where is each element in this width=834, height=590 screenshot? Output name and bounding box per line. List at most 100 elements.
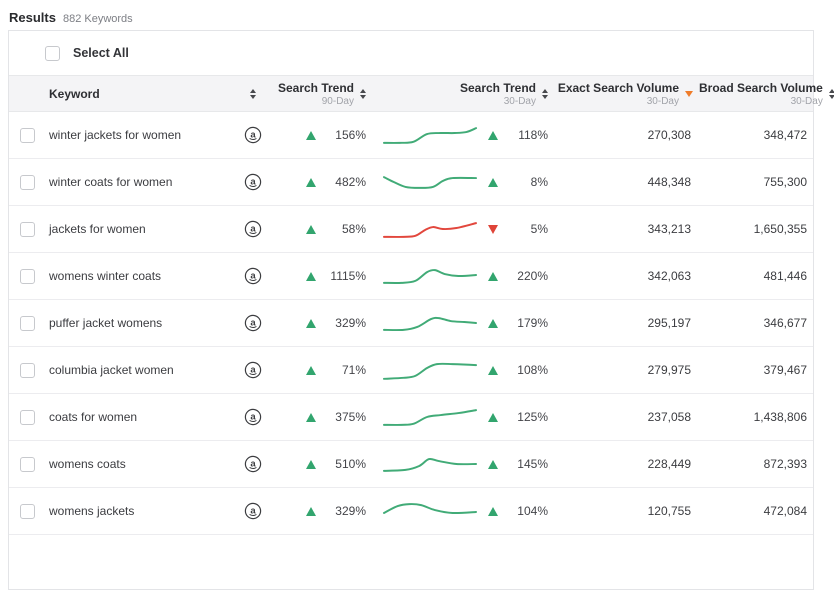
trend-90-value: 329% — [324, 504, 366, 518]
keyword-text[interactable]: winter jackets for women — [49, 121, 185, 149]
trend-30-cell: 8% — [487, 175, 554, 189]
amazon-a-icon[interactable]: a — [243, 219, 263, 239]
amazon-a-icon[interactable]: a — [243, 172, 263, 192]
keyword-text[interactable]: womens coats — [49, 450, 185, 478]
exact-volume-column-sublabel: 30-Day — [647, 96, 679, 107]
row-checkbox[interactable] — [20, 410, 35, 425]
sort-toggle-icon[interactable] — [250, 89, 256, 99]
table-row: womens jackets a 329% 104% 120,755 472,0… — [9, 488, 813, 535]
keyword-text[interactable]: columbia jacket women — [49, 356, 185, 384]
broad-volume-column-sublabel: 30-Day — [791, 96, 823, 107]
keyword-sort[interactable] — [229, 89, 277, 99]
search-trend-sparkline — [382, 403, 478, 431]
search-trend-sparkline — [382, 497, 478, 525]
keyword-text[interactable]: womens winter coats — [49, 262, 185, 290]
amazon-a-icon[interactable]: a — [243, 266, 263, 286]
trend-30-value: 108% — [506, 363, 548, 377]
row-checkbox-cell — [9, 269, 49, 284]
trend-30-value: 5% — [506, 222, 548, 236]
sort-toggle-icon[interactable] — [829, 89, 834, 99]
keyword-text[interactable]: winter coats for women — [49, 168, 185, 196]
marketplace-cell: a — [229, 313, 277, 333]
keyword-text[interactable]: coats for women — [49, 403, 185, 431]
sparkline-cell — [372, 497, 487, 525]
trend-30-cell: 145% — [487, 457, 554, 471]
amazon-a-icon[interactable]: a — [243, 313, 263, 333]
select-all-checkbox[interactable] — [45, 46, 60, 61]
column-header-broad-search-volume[interactable]: Broad Search Volume 30-Day — [699, 81, 834, 107]
exact-search-volume-value: 279,975 — [554, 363, 699, 377]
column-header-search-trend-90[interactable]: Search Trend 90-Day — [277, 81, 372, 107]
trend-90-cell: 375% — [277, 410, 372, 424]
trend-up-icon — [306, 366, 316, 375]
marketplace-cell: a — [229, 407, 277, 427]
amazon-a-icon[interactable]: a — [243, 125, 263, 145]
table-row: womens coats a 510% 145% 228,449 872,393 — [9, 441, 813, 488]
exact-search-volume-value: 295,197 — [554, 316, 699, 330]
trend-90-cell: 156% — [277, 128, 372, 142]
results-bar: Results 882 Keywords — [0, 0, 834, 25]
trend-90-column-label: Search Trend — [278, 81, 354, 95]
search-trend-sparkline — [382, 309, 478, 337]
broad-search-volume-value: 481,446 — [699, 269, 813, 283]
trend-30-column-sublabel: 30-Day — [504, 96, 536, 107]
row-checkbox[interactable] — [20, 504, 35, 519]
table-row: winter coats for women a 482% 8% 448,348… — [9, 159, 813, 206]
row-checkbox[interactable] — [20, 457, 35, 472]
row-checkbox[interactable] — [20, 363, 35, 378]
amazon-a-icon[interactable]: a — [243, 360, 263, 380]
trend-down-icon — [488, 225, 498, 234]
trend-up-icon — [488, 366, 498, 375]
marketplace-cell: a — [229, 266, 277, 286]
trend-30-value: 8% — [506, 175, 548, 189]
row-checkbox[interactable] — [20, 269, 35, 284]
amazon-a-icon[interactable]: a — [243, 501, 263, 521]
amazon-a-icon[interactable]: a — [243, 407, 263, 427]
broad-search-volume-value: 872,393 — [699, 457, 813, 471]
keyword-text[interactable]: jackets for women — [49, 215, 185, 243]
column-header-exact-search-volume[interactable]: Exact Search Volume 30-Day — [554, 81, 699, 107]
search-trend-sparkline — [382, 450, 478, 478]
sort-toggle-icon[interactable] — [360, 89, 366, 99]
row-checkbox[interactable] — [20, 316, 35, 331]
trend-up-icon — [306, 507, 316, 516]
trend-90-cell: 58% — [277, 222, 372, 236]
sort-toggle-icon[interactable] — [542, 89, 548, 99]
column-header-keyword[interactable]: Keyword — [49, 85, 229, 103]
exact-volume-column-label: Exact Search Volume — [558, 81, 679, 95]
exact-search-volume-value: 237,058 — [554, 410, 699, 424]
exact-search-volume-value: 448,348 — [554, 175, 699, 189]
trend-90-value: 510% — [324, 457, 366, 471]
exact-search-volume-value: 120,755 — [554, 504, 699, 518]
keyword-cell: coats for women — [49, 403, 229, 431]
keyword-cell: womens winter coats — [49, 262, 229, 290]
marketplace-cell: a — [229, 219, 277, 239]
keyword-text[interactable]: womens jackets — [49, 497, 185, 525]
marketplace-cell: a — [229, 454, 277, 474]
trend-90-cell: 71% — [277, 363, 372, 377]
table-body: winter jackets for women a 156% 118% 270… — [9, 112, 813, 535]
table-row: columbia jacket women a 71% 108% 279,975… — [9, 347, 813, 394]
amazon-a-icon[interactable]: a — [243, 454, 263, 474]
column-header-search-trend-30[interactable]: Search Trend 30-Day — [487, 81, 554, 107]
trend-up-icon — [488, 272, 498, 281]
trend-90-value: 58% — [324, 222, 366, 236]
keyword-results-panel: Select All Keyword Search Trend 90-Day S… — [8, 30, 814, 590]
keyword-text[interactable]: puffer jacket womens — [49, 309, 185, 337]
row-checkbox[interactable] — [20, 222, 35, 237]
trend-up-icon — [488, 131, 498, 140]
keyword-cell: winter coats for women — [49, 168, 229, 196]
sparkline-cell — [372, 168, 487, 196]
sparkline-cell — [372, 450, 487, 478]
broad-search-volume-value: 348,472 — [699, 128, 813, 142]
row-checkbox-cell — [9, 504, 49, 519]
sparkline-cell — [372, 262, 487, 290]
row-checkbox[interactable] — [20, 128, 35, 143]
sort-descending-icon[interactable] — [685, 91, 693, 97]
marketplace-cell: a — [229, 360, 277, 380]
trend-30-cell: 220% — [487, 269, 554, 283]
search-trend-sparkline — [382, 356, 478, 384]
row-checkbox[interactable] — [20, 175, 35, 190]
table-header-row: Keyword Search Trend 90-Day Search Trend… — [9, 75, 813, 112]
sparkline-cell — [372, 403, 487, 431]
